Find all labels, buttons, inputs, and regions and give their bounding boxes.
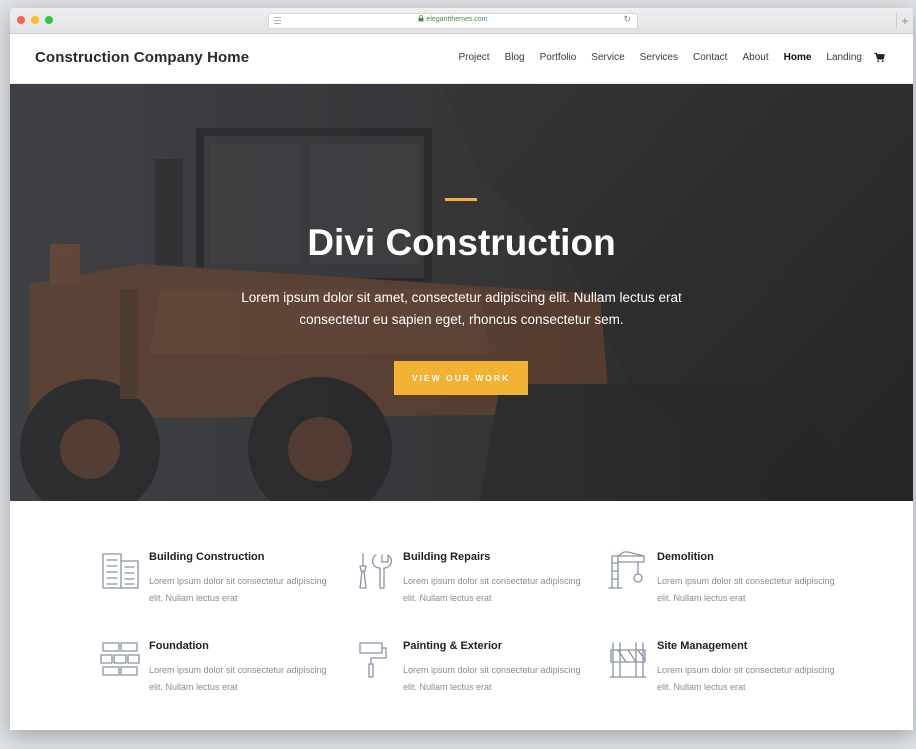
address-bar[interactable]: elegantthemes.com ↻	[268, 13, 638, 29]
feature-title: Building Construction	[149, 551, 265, 563]
feature-title: Site Management	[657, 640, 748, 652]
feature-text: Lorem ipsum dolor sit consectetur adipis…	[149, 576, 327, 603]
address-text: elegantthemes.com	[269, 15, 637, 23]
feature-title: Painting & Exterior	[403, 640, 503, 652]
crane-icon	[608, 551, 645, 589]
browser-toolbar: elegantthemes.com ↻ +	[10, 8, 913, 34]
nav-item-home[interactable]: Home	[784, 52, 812, 63]
reload-icon[interactable]: ↻	[623, 14, 631, 25]
feature-demolition[interactable]: Demolition Lorem ipsum dolor sit consect…	[608, 551, 848, 631]
services-section: Building Construction Lorem ipsum dolor …	[10, 501, 913, 730]
feature-building-repairs[interactable]: Building Repairs Lorem ipsum dolor sit c…	[354, 551, 594, 631]
nav-item-blog[interactable]: Blog	[505, 52, 525, 63]
tools-icon	[359, 553, 392, 589]
site-header: Construction Company Home Project Blog P…	[10, 34, 913, 84]
hero-subtitle: Lorem ipsum dolor sit amet, consectetur …	[241, 290, 682, 327]
feature-title: Foundation	[149, 640, 209, 652]
feature-text: Lorem ipsum dolor sit consectetur adipis…	[657, 665, 835, 692]
url-label: elegantthemes.com	[426, 16, 488, 23]
hero-accent-bar	[445, 198, 477, 201]
cart-icon[interactable]	[874, 52, 885, 63]
nav-item-about[interactable]: About	[742, 52, 768, 63]
feature-title: Building Repairs	[403, 551, 491, 563]
nav-item-contact[interactable]: Contact	[693, 52, 727, 63]
barrier-icon	[609, 642, 647, 678]
new-tab-button[interactable]: +	[896, 13, 913, 29]
nav-item-landing[interactable]: Landing	[826, 52, 862, 63]
feature-text: Lorem ipsum dolor sit consectetur adipis…	[403, 576, 581, 603]
close-window-button[interactable]	[17, 16, 25, 24]
main-nav: Project Blog Portfolio Service Services …	[443, 52, 885, 63]
browser-window: elegantthemes.com ↻ + Construction Compa…	[10, 8, 913, 730]
minimize-window-button[interactable]	[31, 16, 39, 24]
paint-roller-icon	[359, 642, 387, 678]
lock-icon	[418, 15, 424, 22]
hero-title: Divi Construction	[307, 222, 616, 263]
nav-item-portfolio[interactable]: Portfolio	[540, 52, 577, 63]
feature-painting-exterior[interactable]: Painting & Exterior Lorem ipsum dolor si…	[354, 640, 594, 720]
feature-text: Lorem ipsum dolor sit consectetur adipis…	[657, 576, 835, 603]
building-icon	[102, 553, 139, 589]
view-our-work-button[interactable]: VIEW OUR WORK	[394, 361, 528, 395]
hero-section: Divi Construction Lorem ipsum dolor sit …	[10, 84, 913, 501]
feature-site-management[interactable]: Site Management Lorem ipsum dolor sit co…	[608, 640, 848, 720]
maximize-window-button[interactable]	[45, 16, 53, 24]
feature-title: Demolition	[657, 551, 714, 563]
feature-foundation[interactable]: Foundation Lorem ipsum dolor sit consect…	[100, 640, 340, 720]
nav-item-project[interactable]: Project	[458, 52, 489, 63]
site-logo[interactable]: Construction Company Home	[35, 49, 249, 66]
bricks-icon	[100, 642, 140, 676]
feature-building-construction[interactable]: Building Construction Lorem ipsum dolor …	[100, 551, 340, 631]
feature-text: Lorem ipsum dolor sit consectetur adipis…	[149, 665, 327, 692]
nav-item-services[interactable]: Services	[640, 52, 678, 63]
feature-text: Lorem ipsum dolor sit consectetur adipis…	[403, 665, 581, 692]
nav-item-service[interactable]: Service	[591, 52, 624, 63]
